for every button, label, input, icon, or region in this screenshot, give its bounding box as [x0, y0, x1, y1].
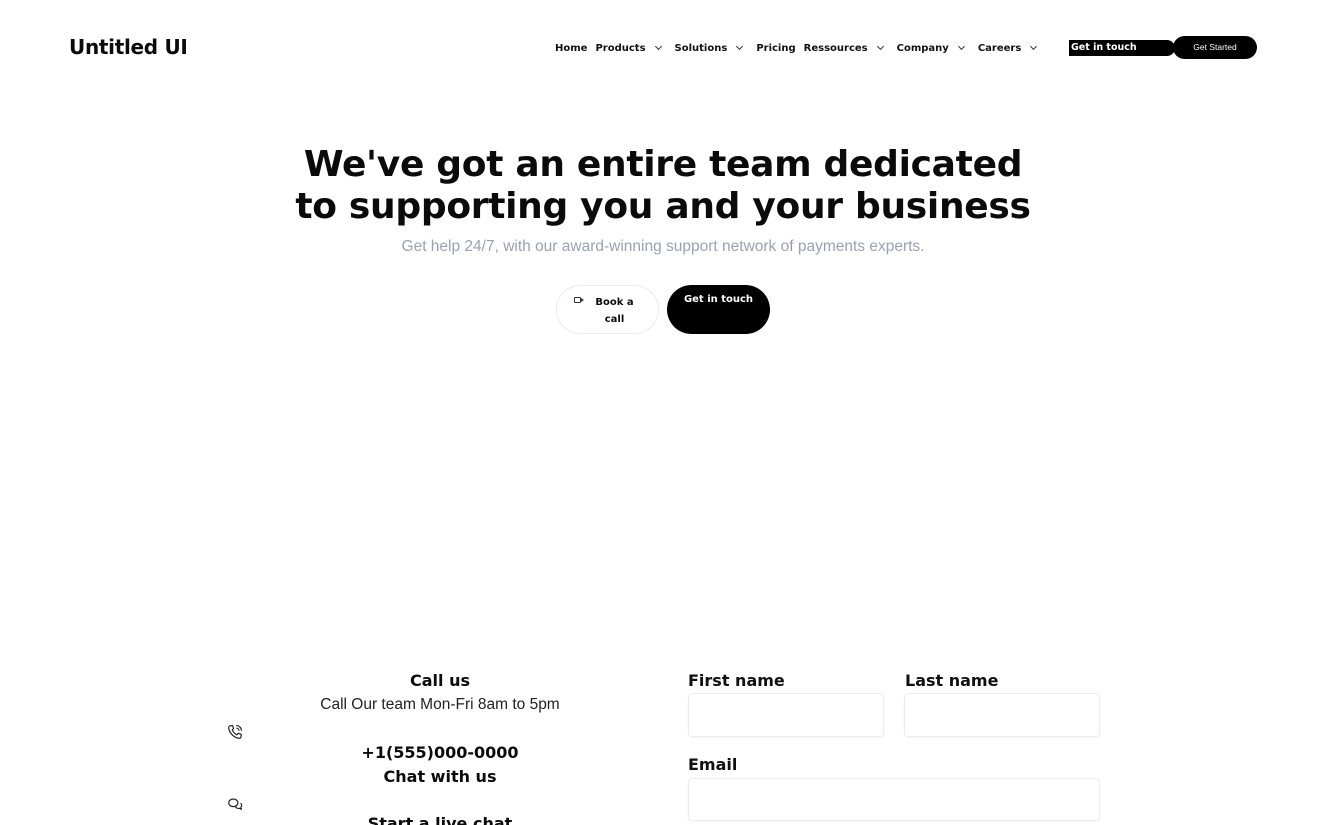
main-nav: Home Products Solutions Pricing Ressourc… — [555, 37, 1038, 59]
first-name-field[interactable] — [688, 693, 884, 737]
nav-label: Products — [595, 42, 646, 54]
book-call-label: Book a call — [592, 294, 637, 328]
nav-label: Company — [896, 42, 949, 54]
nav-label: Solutions — [674, 42, 728, 54]
phone-icon — [228, 724, 243, 739]
video-icon — [574, 297, 584, 303]
last-name-label: Last name — [905, 671, 999, 690]
book-call-line-2: call — [604, 314, 625, 325]
chevron-down-icon — [957, 42, 965, 50]
hero-get-in-touch-button[interactable]: Get in touch — [667, 285, 770, 334]
nav-item-solutions[interactable]: Solutions — [674, 42, 744, 54]
nav-item-pricing[interactable]: Pricing — [756, 43, 795, 54]
email-label: Email — [688, 755, 738, 774]
brand-logo[interactable]: Untitled UI — [69, 35, 188, 59]
book-call-line-1: Book a — [595, 297, 634, 308]
nav-label: Careers — [977, 42, 1022, 54]
nav-get-in-touch-button[interactable]: Get in touch — [1069, 40, 1175, 56]
nav-item-products[interactable]: Products — [595, 42, 662, 54]
nav-item-careers[interactable]: Careers — [977, 42, 1038, 54]
chevron-down-icon — [1030, 42, 1038, 50]
hero-title-line-2: to supporting you and your business — [295, 186, 1031, 227]
email-field[interactable] — [688, 778, 1100, 821]
nav-label: Home — [555, 42, 588, 54]
first-name-label: First name — [688, 671, 785, 690]
hero-subtitle: Get help 24/7, with our award-winning su… — [401, 238, 925, 255]
chevron-down-icon — [654, 42, 662, 50]
chat-icon — [228, 798, 243, 810]
nav-item-ressources[interactable]: Ressources — [803, 42, 884, 54]
get-started-button[interactable]: Get Started — [1173, 36, 1257, 59]
nav-item-company[interactable]: Company — [896, 42, 965, 54]
chevron-down-icon — [876, 42, 884, 50]
nav-label: Ressources — [803, 42, 868, 54]
book-call-button[interactable]: Book a call — [556, 285, 659, 334]
hero-title: We've got an entire team dedicated to su… — [0, 144, 1326, 228]
nav-label: Pricing — [756, 42, 796, 54]
phone-number[interactable]: +1(555)000-0000 — [0, 743, 880, 762]
last-name-field[interactable] — [904, 693, 1100, 737]
hero-title-line-1: We've got an entire team dedicated — [303, 144, 1023, 185]
chevron-down-icon — [736, 42, 744, 50]
nav-item-home[interactable]: Home — [555, 43, 587, 54]
